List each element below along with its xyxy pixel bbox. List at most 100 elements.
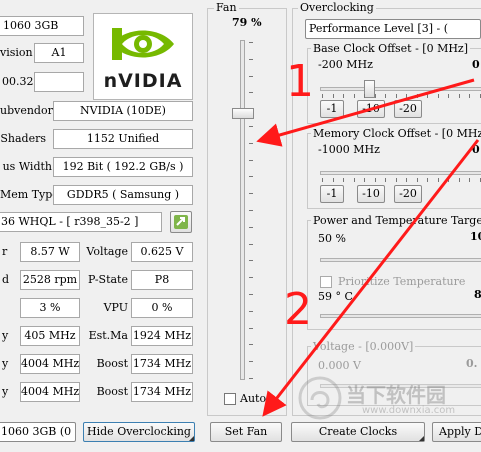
gpu-select-dropdown[interactable]: 1060 3GB (0 (0, 422, 76, 442)
sensor-value: 3 % (20, 298, 80, 318)
base-clock-min: -200 MHz (318, 58, 373, 71)
performance-level-dropdown[interactable]: Performance Level [3] - ( (305, 19, 481, 39)
fan-auto-label: Auto (240, 392, 267, 405)
voltage-right: 0. (466, 357, 478, 370)
fan-slider-tick (249, 260, 253, 262)
base-clock-label: Base Clock Offset - [0 MHz] (311, 42, 471, 56)
annotation-mark-1: 1 (286, 56, 314, 107)
set-fan-label: Set Fan (224, 425, 268, 438)
sensor-value: 2528 rpm (20, 270, 80, 290)
driver-short-value (34, 72, 84, 92)
subvendor-value: NVIDIA (10DE) (53, 101, 193, 121)
apply-button[interactable]: Apply D (432, 422, 481, 442)
prioritize-temp-checkbox[interactable] (320, 276, 332, 288)
step-button[interactable]: -20 (394, 185, 422, 203)
slider-tick (374, 94, 376, 98)
fan-slider-tick (249, 226, 253, 228)
step-button[interactable]: -1 (320, 185, 344, 203)
create-clocks-button[interactable]: Create Clocks (291, 422, 425, 442)
watermark-url-text: www.downxia.com (362, 405, 456, 416)
fan-slider-tick (249, 378, 253, 379)
step-button[interactable]: -10 (357, 185, 385, 203)
hide-overclocking-label: Hide Overclocking (87, 425, 191, 438)
power-target-value: 50 % (318, 232, 346, 245)
slider-tick (322, 94, 323, 98)
create-clocks-label: Create Clocks (318, 425, 398, 438)
nvidia-wordmark: nVIDIA (103, 70, 183, 92)
power-target-slider-track[interactable] (320, 258, 481, 262)
slider-tick (479, 94, 481, 98)
sensor-value-secondary: 1734 MHz (131, 354, 193, 374)
driver-info-button[interactable] (170, 211, 192, 233)
mem-clock-min: -1000 MHz (318, 143, 380, 156)
slider-tick (437, 94, 439, 98)
fan-slider-tick (249, 361, 253, 363)
power-temp-label: Power and Temperature Target (311, 214, 481, 228)
slider-tick (427, 178, 428, 182)
mem-type-value: GDDR5 ( Samsung ) (53, 185, 193, 205)
fan-slider-track[interactable] (240, 40, 245, 380)
fan-auto-checkbox[interactable] (224, 393, 236, 405)
create-clocks-corner-icon (419, 436, 424, 441)
mem-clock-right-value: 0 (472, 143, 480, 156)
slider-tick (458, 178, 460, 182)
temp-target-value: 59 ° C (318, 290, 353, 303)
slider-tick (437, 178, 439, 182)
temp-target-slider-track[interactable] (320, 314, 481, 318)
power-target-right: 10 (470, 230, 481, 243)
step-button[interactable]: -20 (394, 100, 422, 118)
set-fan-button[interactable]: Set Fan (210, 422, 282, 442)
slider-tick (353, 94, 355, 98)
fan-slider-tick (249, 277, 253, 279)
slider-tick (395, 94, 397, 98)
slider-tick (406, 178, 407, 182)
gpu-name-field: 1060 3GB (0, 16, 84, 36)
sensor-value: 4004 MHz (20, 382, 80, 402)
base-clock-slider-thumb[interactable] (364, 80, 375, 98)
slider-tick (469, 94, 470, 98)
nvidia-logo: nVIDIA (93, 13, 193, 100)
base-clock-slider-track[interactable] (320, 87, 481, 91)
slider-tick (364, 178, 365, 182)
sensor-value-secondary: 1734 MHz (131, 382, 193, 402)
hide-overclocking-button[interactable]: Hide Overclocking (83, 422, 195, 442)
fan-percent: 79 % (232, 16, 262, 29)
sensor-value-secondary: 0.625 V (131, 242, 193, 262)
annotation-mark-2: 2 (284, 284, 312, 335)
slider-tick (416, 178, 418, 182)
slider-tick (332, 94, 334, 98)
apply-label: Apply D (439, 425, 481, 438)
sensor-label: r (2, 245, 8, 258)
step-button[interactable]: -1 (320, 100, 344, 118)
sensor-label: d (2, 273, 10, 286)
sensor-label-secondary: Voltage (86, 245, 128, 258)
fan-slider-tick (249, 294, 253, 295)
driver-version-value: 36 WHQL - [ r398_35-2 ] (0, 212, 162, 232)
slider-tick (332, 178, 334, 182)
driver-short-label: 00.32 (2, 75, 34, 88)
watermark-cn-text: 当下软件园 (346, 383, 446, 407)
fan-slider-thumb[interactable] (232, 107, 254, 119)
fan-slider-tick (249, 92, 253, 94)
slider-tick (395, 178, 397, 182)
mem-clock-slider-track[interactable] (320, 171, 481, 175)
hide-oc-corner-icon (189, 436, 194, 441)
slider-tick (343, 178, 344, 182)
slider-tick (448, 178, 449, 182)
slider-tick (385, 178, 386, 182)
oc-title: Overclocking (298, 1, 376, 15)
fan-slider-tick (249, 210, 253, 211)
sensor-label-secondary: VPU (103, 301, 128, 314)
sensor-value: 8.57 W (20, 242, 80, 262)
sensor-label-secondary: Est.Ma (88, 329, 128, 342)
bios-value: A1 (34, 43, 84, 63)
step-button[interactable]: -10 (357, 100, 385, 118)
slider-tick (458, 94, 460, 98)
slider-tick (427, 94, 428, 98)
base-clock-right-value: 0 (472, 58, 480, 71)
sensor-label-secondary: Boost (96, 385, 128, 398)
slider-tick (385, 94, 386, 98)
bus-width-label: us Width (2, 160, 52, 173)
sensor-value-secondary: 0 % (131, 298, 193, 318)
nvidia-eye-icon (112, 28, 174, 60)
